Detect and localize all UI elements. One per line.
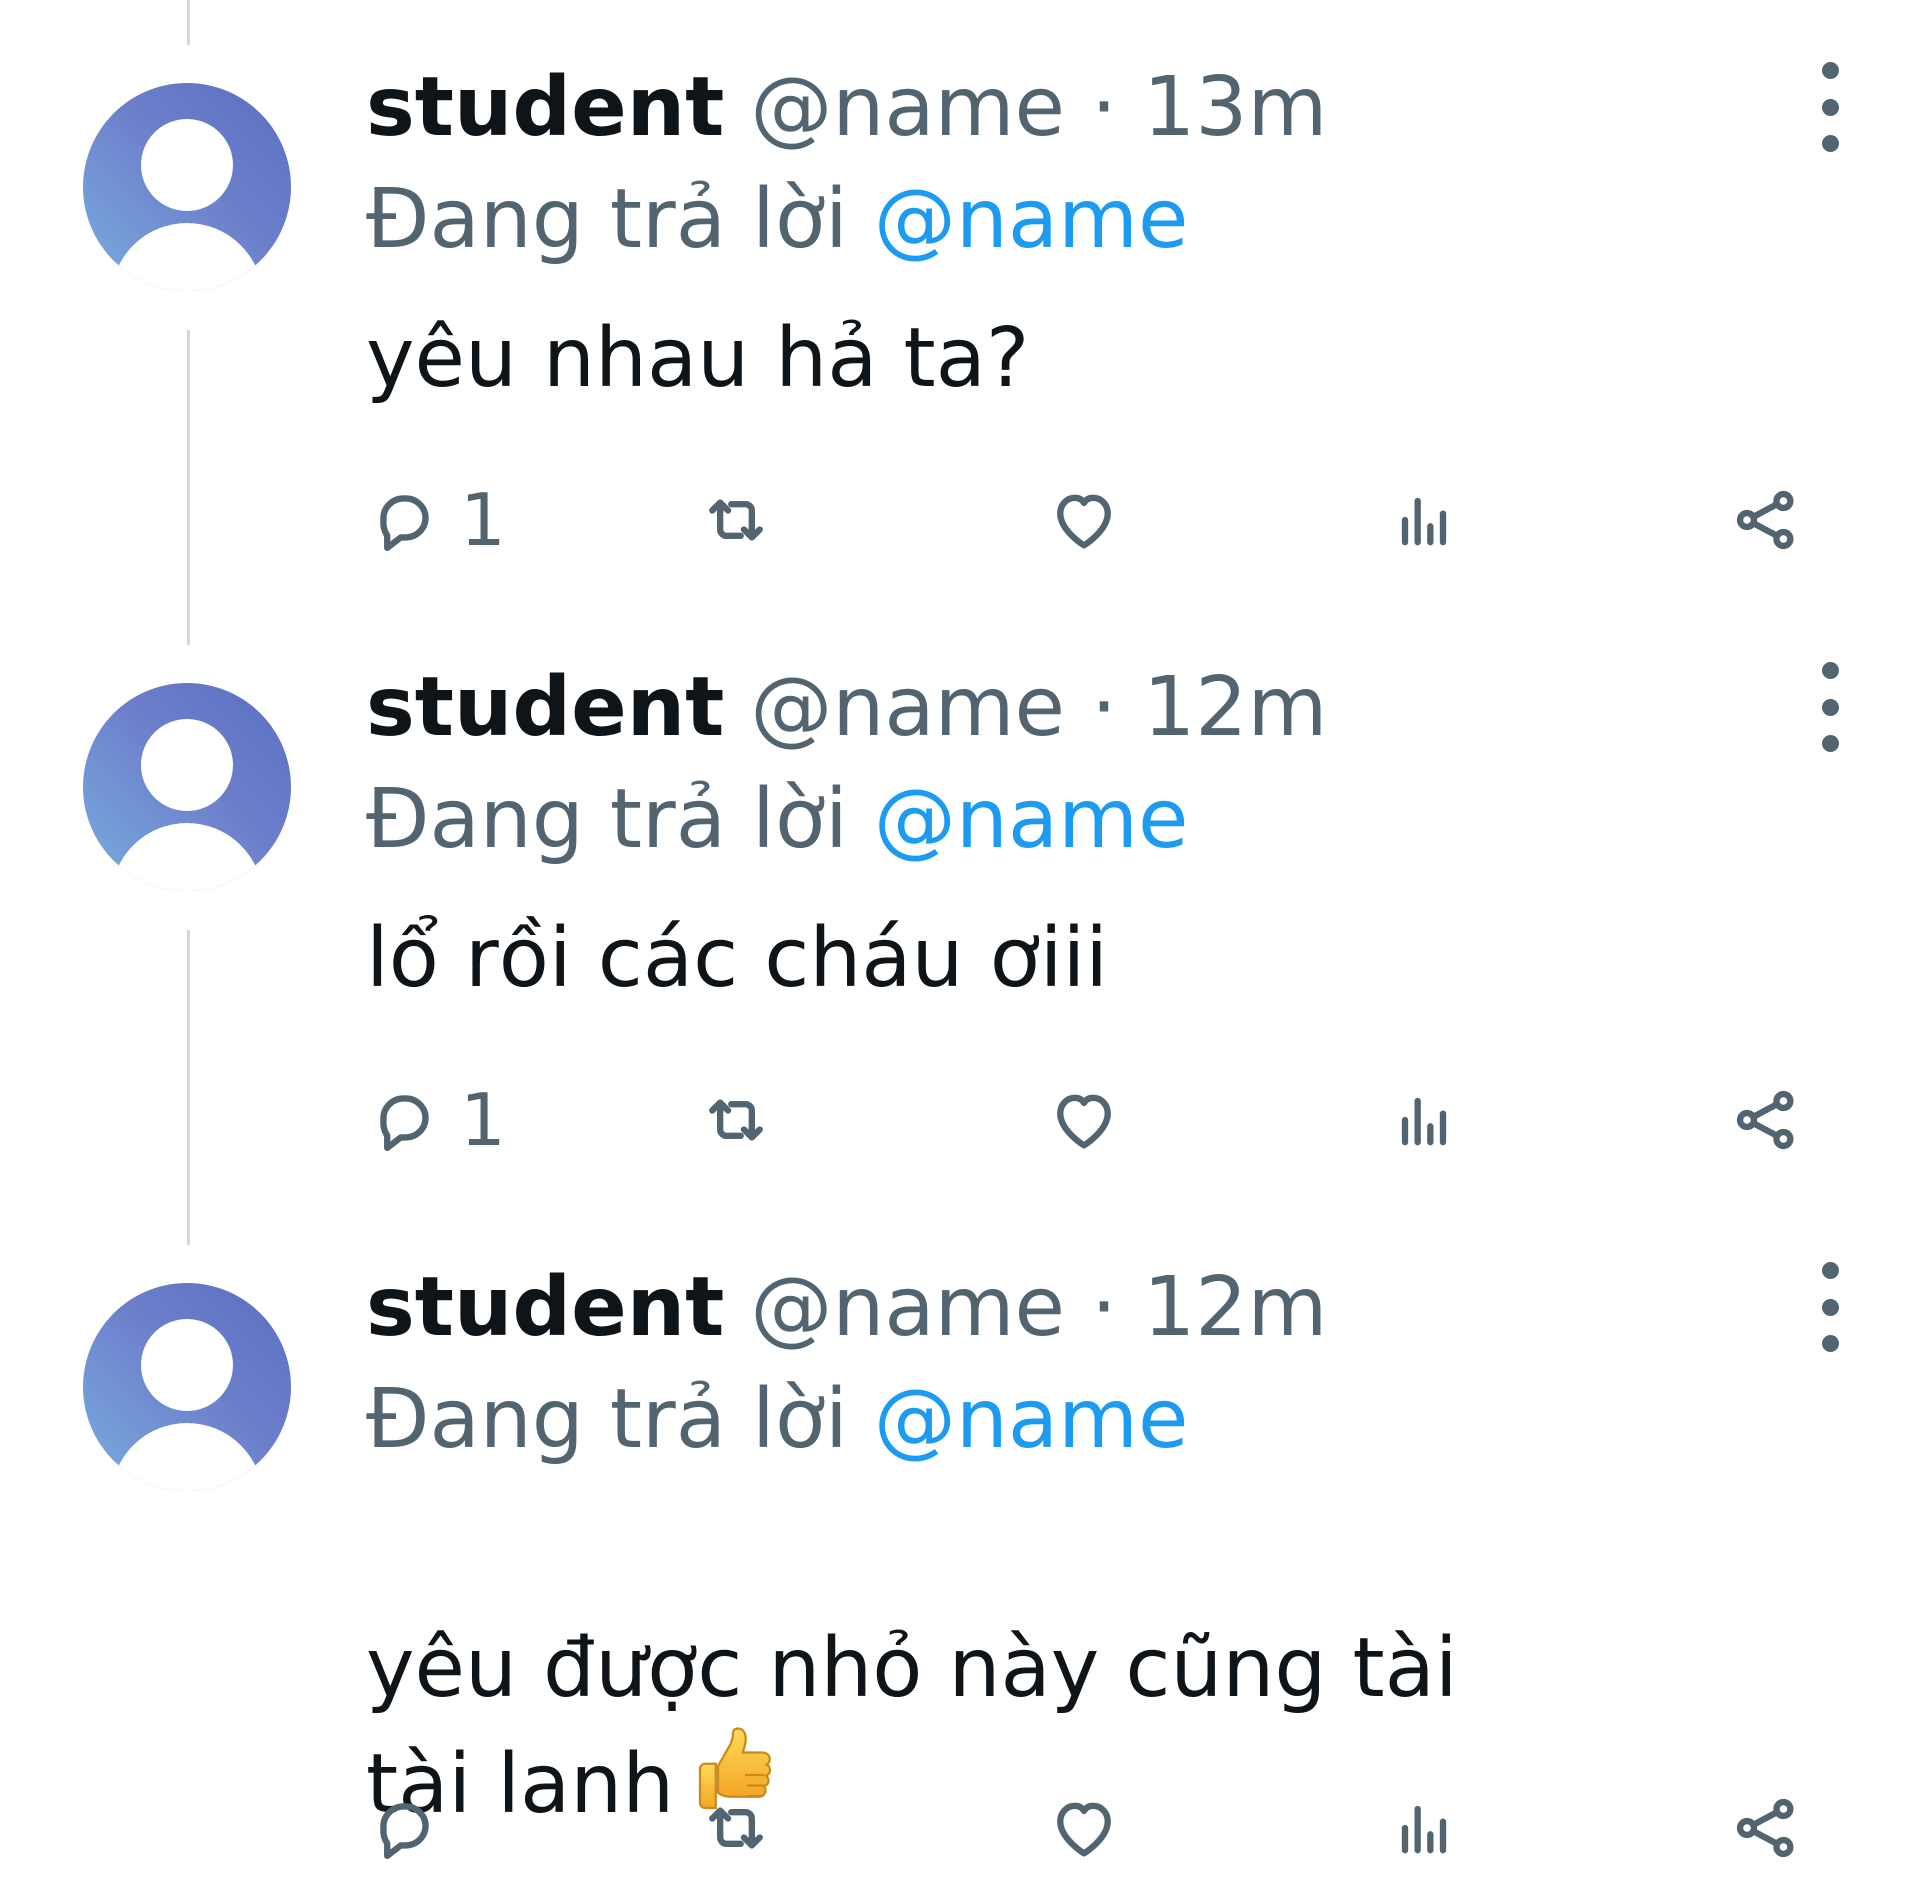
like-button[interactable] [1046, 1080, 1122, 1160]
more-vertical-icon [1821, 1262, 1839, 1279]
retweet-button[interactable] [698, 1080, 774, 1160]
replying-to-handle[interactable]: @name [874, 1372, 1189, 1467]
more-vertical-icon-dot [1821, 698, 1839, 716]
views-button[interactable] [1386, 1080, 1462, 1160]
analytics-icon [1401, 1805, 1447, 1854]
heart-icon [1057, 1802, 1111, 1857]
reply-button[interactable] [366, 1788, 460, 1868]
tweet-timestamp[interactable]: 13m [1143, 60, 1327, 155]
replying-to-line: Đang trả lời @name [366, 170, 1188, 270]
analytics-icon [1401, 1097, 1447, 1146]
more-vertical-icon-dot [1821, 135, 1839, 152]
author-name[interactable]: student [366, 60, 724, 155]
more-vertical-icon-dot [1821, 98, 1839, 116]
replying-to-label: Đang trả lời [366, 772, 848, 867]
retweet-icon [709, 1807, 763, 1849]
reply-button[interactable]: 1 [366, 480, 506, 560]
retweet-icon [709, 499, 763, 541]
separator-dot: · [1090, 60, 1118, 155]
analytics-icon [1401, 497, 1447, 546]
reply-icon [380, 1803, 429, 1860]
views-button[interactable] [1386, 480, 1462, 560]
reply-icon [380, 495, 429, 552]
tweet-text: lổ rồi các cháu ơiii [366, 911, 1109, 1006]
avatar-person-body [111, 823, 263, 891]
replying-to-line: Đang trả lời @name [366, 1370, 1188, 1470]
tweet[interactable]: student @name · 12m Đang trả lời @name y… [0, 1200, 1920, 1896]
share-icon [1736, 490, 1794, 550]
avatar[interactable] [83, 1283, 291, 1491]
tweet[interactable]: student @name · 12m Đang trả lời @name l… [0, 600, 1920, 1200]
share-icon [1736, 1798, 1794, 1858]
avatar-person-body [111, 1423, 263, 1491]
replying-to-label: Đang trả lời [366, 172, 848, 267]
avatar[interactable] [83, 683, 291, 891]
share-button[interactable] [1728, 1788, 1804, 1868]
tweet-actions: 1 [366, 480, 1826, 560]
replying-to-label: Đang trả lời [366, 1372, 848, 1467]
like-button[interactable] [1046, 1788, 1122, 1868]
avatar-person-head [141, 1319, 233, 1411]
retweet-icon [709, 1099, 763, 1141]
tweet-header: student @name · 12m [366, 1258, 1327, 1358]
avatar-person-head [141, 119, 233, 211]
reply-button[interactable]: 1 [366, 1080, 506, 1160]
tweet[interactable]: student @name · 13m Đang trả lời @name y… [0, 0, 1920, 600]
more-options-button[interactable] [1805, 662, 1855, 752]
author-handle[interactable]: @name [750, 60, 1065, 155]
like-button[interactable] [1046, 480, 1122, 560]
reply-count: 1 [460, 1078, 506, 1162]
author-name[interactable]: student [366, 1260, 724, 1355]
heart-icon [1057, 494, 1111, 549]
author-handle[interactable]: @name [750, 660, 1065, 755]
more-vertical-icon-dot [1821, 1298, 1839, 1316]
more-vertical-icon [1821, 62, 1839, 79]
tweet-header: student @name · 13m [366, 58, 1327, 158]
separator-dot: · [1090, 660, 1118, 755]
more-vertical-icon-dot [1821, 1335, 1839, 1352]
avatar-person-body [111, 223, 263, 291]
tweet-actions [366, 1788, 1826, 1868]
more-options-button[interactable] [1805, 62, 1855, 152]
tweet-actions: 1 [366, 1080, 1826, 1160]
share-button[interactable] [1728, 480, 1804, 560]
avatar[interactable] [83, 83, 291, 291]
more-vertical-icon [1821, 662, 1839, 679]
more-options-button[interactable] [1805, 1262, 1855, 1352]
views-button[interactable] [1386, 1788, 1462, 1868]
author-name[interactable]: student [366, 660, 724, 755]
retweet-button[interactable] [698, 480, 774, 560]
avatar-person-head [141, 719, 233, 811]
share-button[interactable] [1728, 1080, 1804, 1160]
replying-to-handle[interactable]: @name [874, 772, 1189, 867]
reply-count: 1 [460, 478, 506, 562]
retweet-button[interactable] [698, 1788, 774, 1868]
separator-dot: · [1090, 1260, 1118, 1355]
tweet-timestamp[interactable]: 12m [1143, 660, 1327, 755]
tweet-text: yêu nhau hả ta? [366, 311, 1030, 406]
replying-to-handle[interactable]: @name [874, 172, 1189, 267]
replying-to-line: Đang trả lời @name [366, 770, 1188, 870]
author-handle[interactable]: @name [750, 1260, 1065, 1355]
more-vertical-icon-dot [1821, 735, 1839, 752]
tweet-header: student @name · 12m [366, 658, 1327, 758]
share-icon [1736, 1090, 1794, 1150]
tweet-timestamp[interactable]: 12m [1143, 1260, 1327, 1355]
reply-icon [380, 1095, 429, 1152]
heart-icon [1057, 1094, 1111, 1149]
